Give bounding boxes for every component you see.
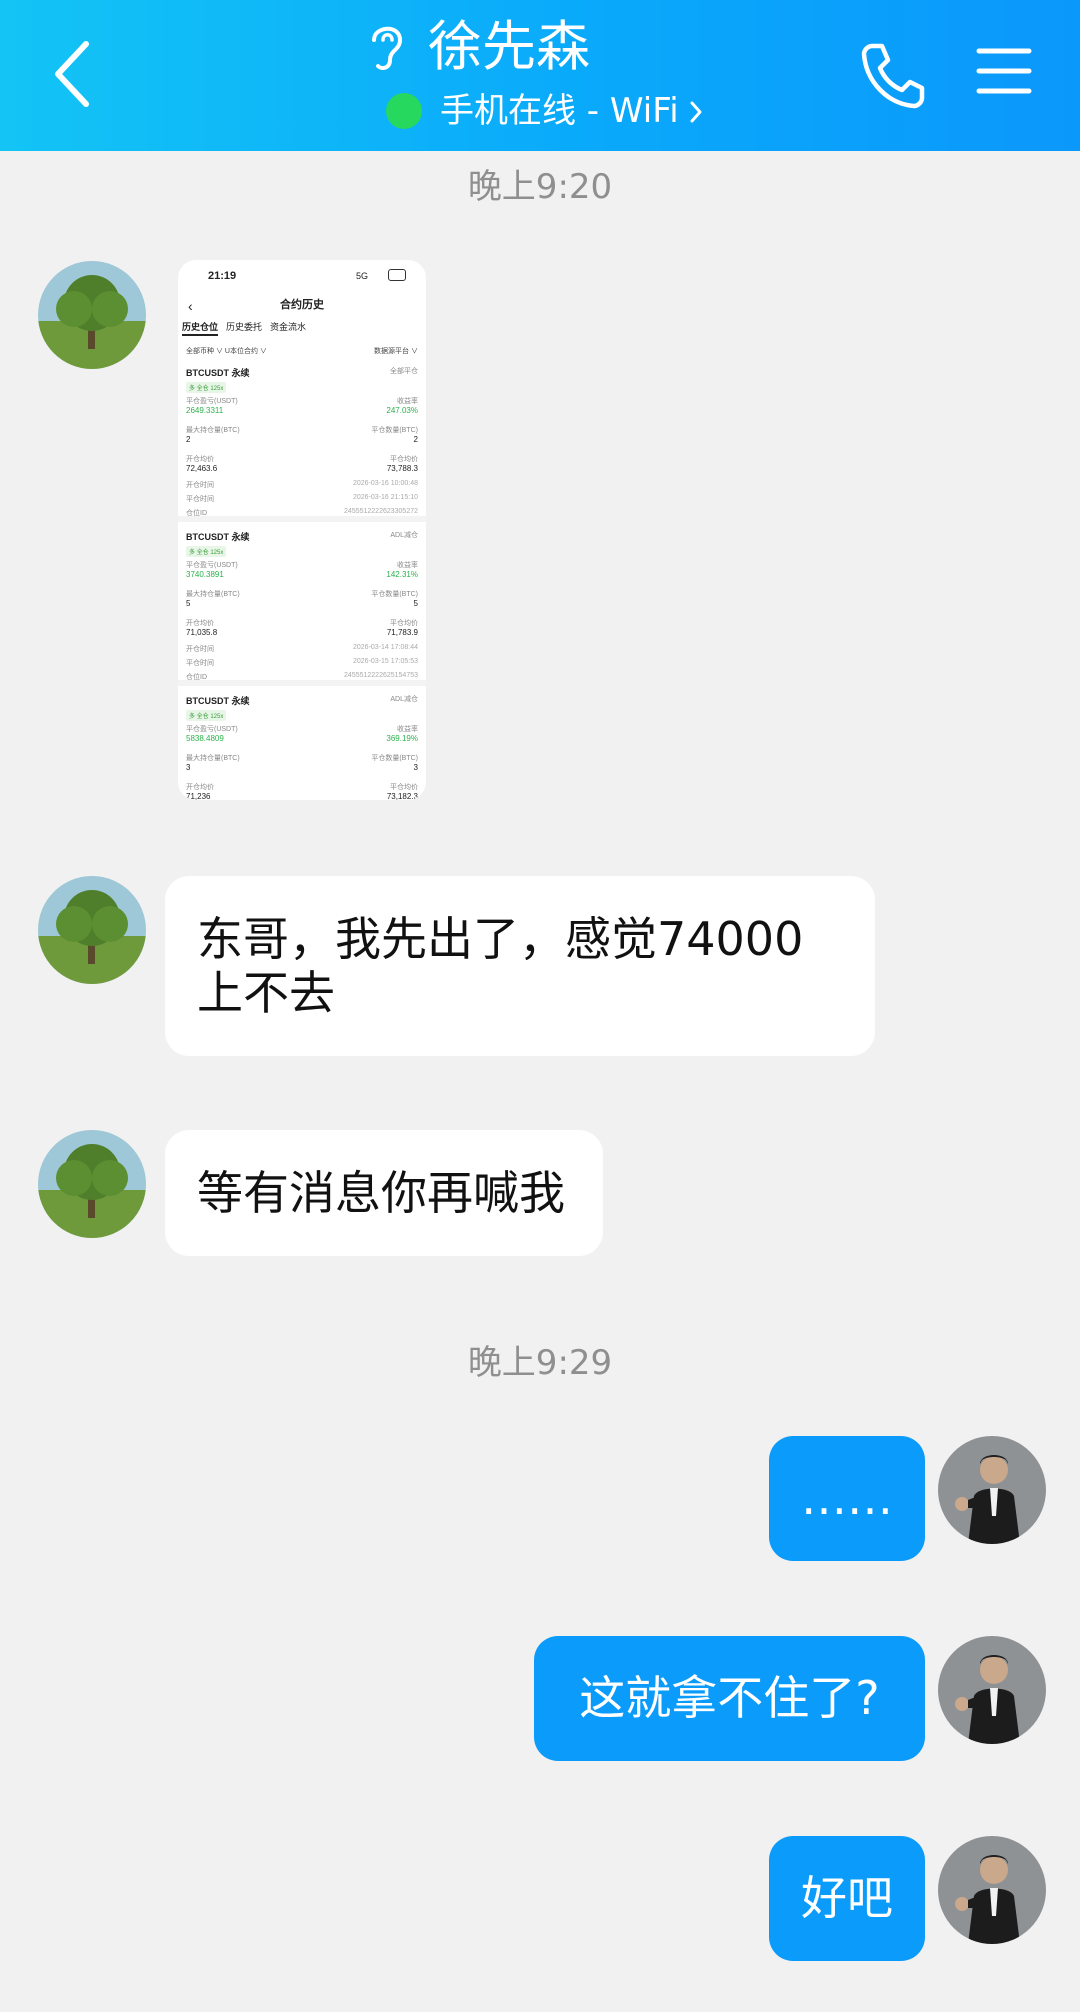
screenshot-tab: 历史委托 xyxy=(226,322,263,332)
maxpos-label: 最大持仓量(BTC) xyxy=(186,591,240,598)
position-card: BTCUSDT 永续 ADL减仓 多 全仓 125x 平仓盈亏(USDT) 374… xyxy=(178,530,426,686)
contact-avatar[interactable] xyxy=(38,261,146,369)
closed-value: 5 xyxy=(413,599,418,608)
card-tag: ADL减仓 xyxy=(390,532,418,539)
position-card: BTCUSDT 永续 ADL减仓 多 全仓 125x 平仓盈亏(USDT) 583… xyxy=(186,694,418,800)
card-badge: 多 全仓 125x xyxy=(186,546,227,557)
outgoing-message-bubble[interactable]: …… xyxy=(769,1436,925,1561)
open-price-label: 开仓均价 xyxy=(186,456,214,463)
my-avatar[interactable] xyxy=(938,1636,1046,1744)
pnl-value: 5838.4809 xyxy=(186,734,224,743)
screenshot-time: 21:19 xyxy=(208,270,237,282)
phone-icon[interactable] xyxy=(858,40,928,110)
close-price-value: 71,783.9 xyxy=(386,628,418,637)
online-status-text[interactable]: 手机在线 - WiFi xyxy=(440,88,679,134)
position-card: BTCUSDT 永续 全部平仓 多 全仓 125x 平仓盈亏(USDT) 2649… xyxy=(178,366,426,522)
close-time-value: 2026-03-16 21:15:10 xyxy=(353,494,418,501)
message-text: …… xyxy=(801,1471,893,1525)
roi-label: 收益率 xyxy=(397,726,418,733)
card-separator xyxy=(178,516,426,522)
maxpos-label: 最大持仓量(BTC) xyxy=(186,427,240,434)
card-badge: 多 全仓 125x xyxy=(186,710,227,721)
back-arrow-icon[interactable] xyxy=(46,36,106,112)
contact-avatar[interactable] xyxy=(38,876,146,984)
menu-icon[interactable] xyxy=(976,46,1032,96)
card-tag: ADL减仓 xyxy=(390,696,418,703)
screenshot-tab: 资金流水 xyxy=(270,322,307,332)
screenshot-filters: 全部币种 ∨ U本位合约 ∨ 数据源平台 ∨ xyxy=(186,346,418,356)
my-avatar[interactable] xyxy=(938,1436,1046,1544)
chat-header: 徐先森 手机在线 - WiFi xyxy=(0,0,1080,151)
open-price-label: 开仓均价 xyxy=(186,620,214,627)
pnl-label: 平仓盈亏(USDT) xyxy=(186,726,238,733)
pnl-label: 平仓盈亏(USDT) xyxy=(186,562,238,569)
incoming-message-bubble[interactable]: 东哥，我先出了，感觉74000上不去 xyxy=(165,876,875,1056)
my-avatar[interactable] xyxy=(938,1836,1046,1944)
chevron-right-icon[interactable] xyxy=(688,100,704,124)
roi-label: 收益率 xyxy=(397,398,418,405)
position-id-value: 2455512222625154753 xyxy=(344,672,418,679)
open-time-label: 开仓时间 xyxy=(186,646,214,653)
close-time-label: 平仓时间 xyxy=(186,496,214,503)
incoming-message-bubble[interactable]: 等有消息你再喊我 xyxy=(165,1130,603,1256)
battery-icon xyxy=(388,269,406,281)
closed-label: 平仓数量(BTC) xyxy=(371,755,418,762)
closed-value: 2 xyxy=(413,435,418,444)
position-id-value: 2455512222623305272 xyxy=(344,508,418,515)
card-tag: 全部平仓 xyxy=(390,368,418,375)
open-time-value: 2026-03-14 17:08:44 xyxy=(353,644,418,651)
maxpos-label: 最大持仓量(BTC) xyxy=(186,755,240,762)
filter-left: 全部币种 ∨ U本位合约 ∨ xyxy=(186,348,267,355)
roi-value: 247.03% xyxy=(386,406,418,415)
filter-right: 数据源平台 ∨ xyxy=(374,348,418,355)
pnl-label: 平仓盈亏(USDT) xyxy=(186,398,238,405)
ear-icon[interactable] xyxy=(366,20,408,74)
screenshot-image-message[interactable]: 21:19 5G ‹ 合约历史 历史仓位 历史委托 资金流水 全部币种 ∨ U本位合… xyxy=(178,260,426,800)
close-price-label: 平仓均价 xyxy=(390,456,418,463)
close-price-value: 73,182.3 xyxy=(386,792,418,800)
closed-label: 平仓数量(BTC) xyxy=(371,591,418,598)
card-title: BTCUSDT 永续 xyxy=(186,532,250,542)
message-text: 这就拿不住了? xyxy=(579,1671,880,1725)
message-text: 东哥，我先出了，感觉74000上不去 xyxy=(197,912,804,1020)
closed-value: 3 xyxy=(413,763,418,772)
message-timestamp: 晚上9:29 xyxy=(467,1343,613,1383)
roi-label: 收益率 xyxy=(397,562,418,569)
screenshot-tab: 历史仓位 xyxy=(182,322,219,336)
roi-value: 369.19% xyxy=(386,734,418,743)
card-separator xyxy=(178,680,426,686)
outgoing-message-bubble[interactable]: 这就拿不住了? xyxy=(534,1636,925,1761)
message-text: 等有消息你再喊我 xyxy=(197,1166,565,1220)
open-time-label: 开仓时间 xyxy=(186,482,214,489)
online-status-dot xyxy=(386,93,422,129)
open-price-value: 71,035.8 xyxy=(186,628,218,637)
close-time-value: 2026-03-15 17:05:53 xyxy=(353,658,418,665)
screenshot-title: 合约历史 xyxy=(280,299,324,311)
contact-avatar[interactable] xyxy=(38,1130,146,1238)
maxpos-value: 2 xyxy=(186,435,191,444)
close-time-label: 平仓时间 xyxy=(186,660,214,667)
outgoing-message-bubble[interactable]: 好吧 xyxy=(769,1836,925,1961)
screenshot-signal: 5G xyxy=(356,271,369,281)
roi-value: 142.31% xyxy=(386,570,418,579)
closed-label: 平仓数量(BTC) xyxy=(371,427,418,434)
contact-name[interactable]: 徐先森 xyxy=(428,12,590,82)
pnl-value: 3740.3891 xyxy=(186,570,224,579)
close-price-label: 平仓均价 xyxy=(390,620,418,627)
message-timestamp: 晚上9:20 xyxy=(467,167,613,207)
close-price-label: 平仓均价 xyxy=(390,784,418,791)
open-price-label: 开仓均价 xyxy=(186,784,214,791)
card-title: BTCUSDT 永续 xyxy=(186,368,250,378)
open-time-value: 2026-03-16 10:00:48 xyxy=(353,480,418,487)
open-price-value: 71,236 xyxy=(186,792,211,800)
close-price-value: 73,788.3 xyxy=(386,464,418,473)
maxpos-value: 5 xyxy=(186,599,191,608)
pnl-value: 2649.3311 xyxy=(186,406,224,415)
card-title: BTCUSDT 永续 xyxy=(186,696,250,706)
open-price-value: 72,463.6 xyxy=(186,464,218,473)
message-text: 好吧 xyxy=(801,1871,893,1925)
card-badge: 多 全仓 125x xyxy=(186,382,227,393)
maxpos-value: 3 xyxy=(186,763,191,772)
screenshot-tabs: 历史仓位 历史委托 资金流水 xyxy=(182,320,314,336)
